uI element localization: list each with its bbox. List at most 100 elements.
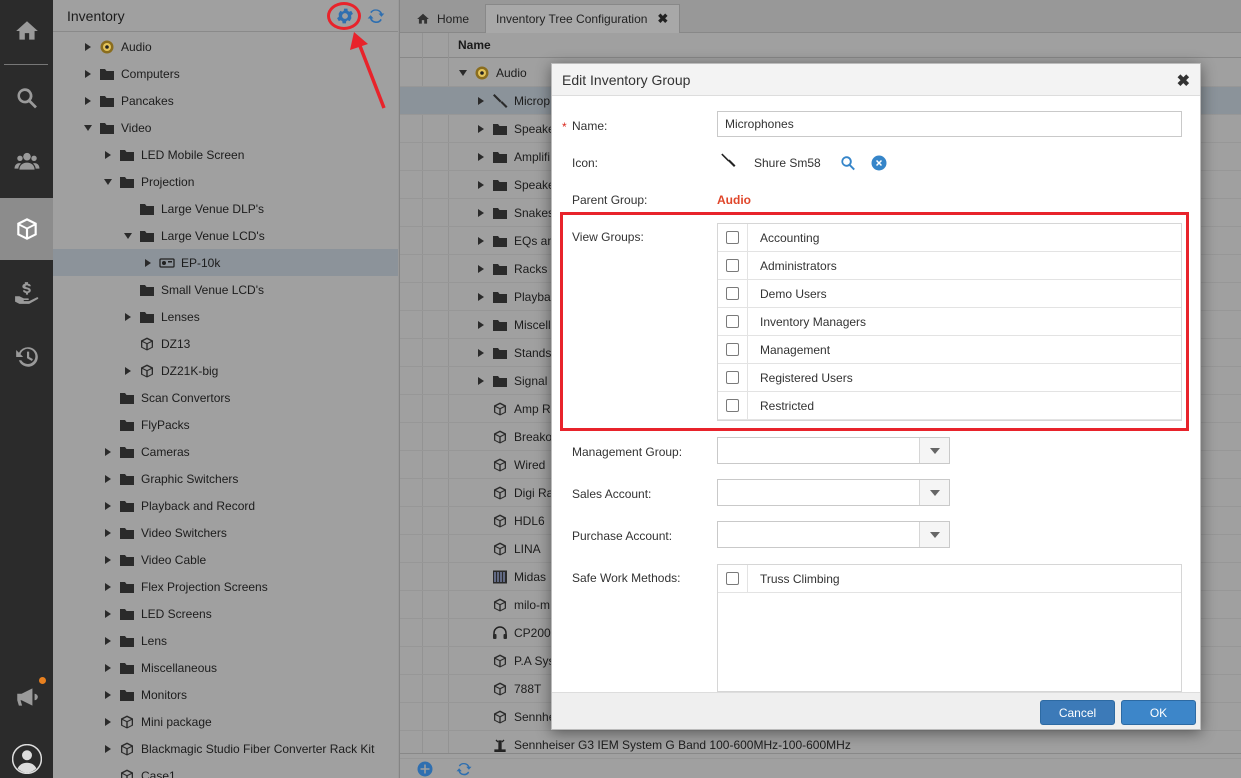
management-group-select[interactable] xyxy=(717,437,950,464)
ok-button[interactable]: OK xyxy=(1121,700,1196,725)
tree-item[interactable]: Lenses xyxy=(53,303,398,330)
tab-inventory-tree-configuration[interactable]: Inventory Tree Configuration ✖ xyxy=(485,4,681,33)
caret-right-icon[interactable] xyxy=(103,717,113,727)
tab-close-icon[interactable]: ✖ xyxy=(657,12,669,25)
chevron-down-icon[interactable] xyxy=(919,480,949,505)
caret-down-icon[interactable] xyxy=(83,123,93,133)
inventory-nav-button[interactable] xyxy=(0,198,53,260)
history-nav-button[interactable] xyxy=(0,326,53,388)
caret-right-icon[interactable] xyxy=(476,96,486,106)
caret-right-icon[interactable] xyxy=(476,208,486,218)
caret-right-icon[interactable] xyxy=(103,474,113,484)
caret-down-icon[interactable] xyxy=(123,231,133,241)
tree-item[interactable]: Cameras xyxy=(53,438,398,465)
cube-icon xyxy=(492,458,508,472)
caret-right-icon[interactable] xyxy=(476,348,486,358)
caret-right-icon[interactable] xyxy=(103,501,113,511)
caret-right-icon[interactable] xyxy=(476,264,486,274)
close-icon[interactable]: ✖ xyxy=(1177,71,1190,91)
add-icon[interactable] xyxy=(416,760,434,778)
tree-item[interactable]: Graphic Switchers xyxy=(53,465,398,492)
name-field[interactable] xyxy=(717,111,1182,137)
tree-item[interactable]: Small Venue LCD's xyxy=(53,276,398,303)
cube-icon xyxy=(492,486,508,500)
finance-nav-button[interactable] xyxy=(0,262,53,324)
tree-item[interactable]: DZ13 xyxy=(53,330,398,357)
tree-item-label: Video Cable xyxy=(141,552,207,567)
caret-right-icon[interactable] xyxy=(103,582,113,592)
tree-item[interactable]: Video Cable xyxy=(53,546,398,573)
tree-item[interactable]: Playback and Record xyxy=(53,492,398,519)
caret-right-icon[interactable] xyxy=(103,744,113,754)
tree-item[interactable]: Blackmagic Studio Fiber Converter Rack K… xyxy=(53,735,398,762)
purchase-account-select[interactable] xyxy=(717,521,950,548)
search-icon[interactable] xyxy=(839,154,857,172)
caret-right-icon[interactable] xyxy=(103,690,113,700)
tree-item[interactable]: DZ21K-big xyxy=(53,357,398,384)
cancel-button[interactable]: Cancel xyxy=(1040,700,1115,725)
caret-right-icon[interactable] xyxy=(476,236,486,246)
caret-right-icon[interactable] xyxy=(476,320,486,330)
grid-row-label: LINA xyxy=(514,541,541,556)
caret-right-icon[interactable] xyxy=(83,69,93,79)
refresh-icon[interactable] xyxy=(366,6,386,26)
tree-item[interactable]: Large Venue DLP's xyxy=(53,195,398,222)
caret-right-icon[interactable] xyxy=(103,609,113,619)
tree-item[interactable]: Video xyxy=(53,114,398,141)
folder-icon xyxy=(119,472,135,486)
chevron-down-icon[interactable] xyxy=(919,438,949,463)
caret-right-icon[interactable] xyxy=(103,555,113,565)
tree-item[interactable]: EP-10k xyxy=(53,249,398,276)
checkbox-row[interactable]: Truss Climbing xyxy=(718,565,1181,593)
folder-icon xyxy=(119,607,135,621)
sales-account-select[interactable] xyxy=(717,479,950,506)
tree-item[interactable]: Mini package xyxy=(53,708,398,735)
announcements-nav-button[interactable] xyxy=(0,666,53,728)
caret-down-icon[interactable] xyxy=(103,177,113,187)
tree-item[interactable]: Scan Convertors xyxy=(53,384,398,411)
user-profile-button[interactable] xyxy=(0,728,53,778)
home-nav-button[interactable] xyxy=(0,0,53,62)
caret-down-icon[interactable] xyxy=(458,68,468,78)
caret-right-icon[interactable] xyxy=(476,292,486,302)
tree-item[interactable]: Video Switchers xyxy=(53,519,398,546)
tree-item[interactable]: Miscellaneous xyxy=(53,654,398,681)
management-group-label: Management Group: xyxy=(572,445,683,459)
caret-right-icon[interactable] xyxy=(103,150,113,160)
clear-icon[interactable] xyxy=(870,154,888,172)
grid-row-label: Wired xyxy=(514,457,546,472)
caret-right-icon[interactable] xyxy=(476,376,486,386)
name-column-header[interactable]: Name xyxy=(458,38,491,52)
tree-item[interactable]: Case1 xyxy=(53,762,398,778)
tree-item[interactable]: FlyPacks xyxy=(53,411,398,438)
caret-right-icon[interactable] xyxy=(123,312,133,322)
search-nav-button[interactable] xyxy=(0,67,53,129)
caret-right-icon[interactable] xyxy=(143,258,153,268)
checkbox[interactable] xyxy=(726,572,739,585)
caret-right-icon[interactable] xyxy=(103,663,113,673)
tree-item[interactable]: Projection xyxy=(53,168,398,195)
caret-spacer xyxy=(123,285,133,295)
refresh-icon[interactable] xyxy=(455,760,473,778)
caret-right-icon[interactable] xyxy=(123,366,133,376)
tree-item[interactable]: Flex Projection Screens xyxy=(53,573,398,600)
caret-right-icon[interactable] xyxy=(476,124,486,134)
dialog-title: Edit Inventory Group xyxy=(562,72,691,88)
caret-right-icon[interactable] xyxy=(103,636,113,646)
tree-item[interactable]: LED Screens xyxy=(53,600,398,627)
tree-item[interactable]: Monitors xyxy=(53,681,398,708)
tree-item[interactable]: LED Mobile Screen xyxy=(53,141,398,168)
grid-row-label: Stands xyxy=(514,345,552,360)
chevron-down-icon[interactable] xyxy=(919,522,949,547)
tree-item[interactable]: Lens xyxy=(53,627,398,654)
caret-right-icon[interactable] xyxy=(103,528,113,538)
caret-right-icon[interactable] xyxy=(103,447,113,457)
users-nav-button[interactable] xyxy=(0,130,53,192)
caret-right-icon[interactable] xyxy=(83,42,93,52)
caret-right-icon[interactable] xyxy=(83,96,93,106)
caret-right-icon[interactable] xyxy=(476,152,486,162)
caret-right-icon[interactable] xyxy=(476,180,486,190)
tree-item[interactable]: Large Venue LCD's xyxy=(53,222,398,249)
tab-home[interactable]: Home xyxy=(406,4,479,33)
parent-group-value[interactable]: Audio xyxy=(717,193,751,207)
